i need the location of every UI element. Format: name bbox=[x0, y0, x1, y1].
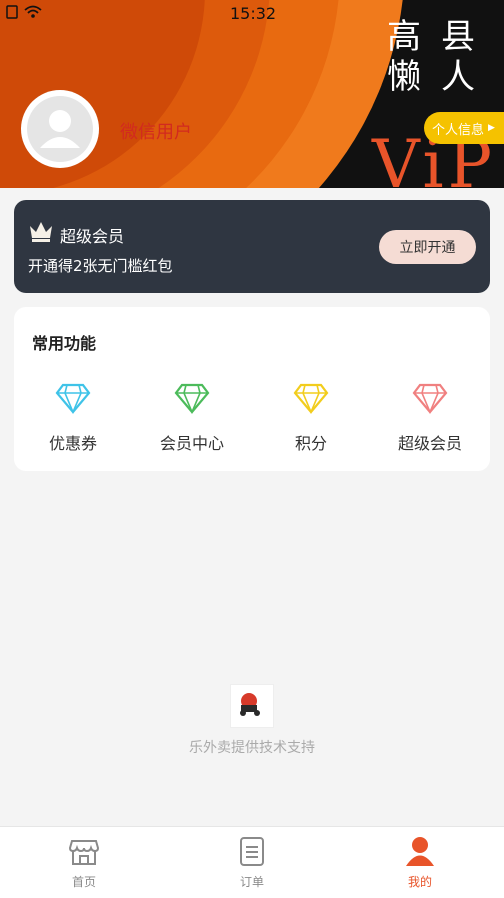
diamond-icon bbox=[293, 383, 329, 414]
super-vip-card: 超级会员 开通得2张无门槛红包 立即开通 bbox=[14, 200, 490, 293]
wifi-icon bbox=[24, 5, 42, 18]
brand-logo: 高 县 懒 人 bbox=[387, 17, 475, 97]
diamond-icon bbox=[55, 383, 91, 414]
powered-by-text: 乐外卖提供技术支持 bbox=[189, 740, 315, 756]
powered-by-logo bbox=[230, 684, 274, 728]
bottom-tab-bar: 首页 订单 我的 bbox=[0, 826, 504, 898]
user-icon bbox=[406, 837, 434, 866]
store-icon bbox=[68, 840, 100, 865]
vip-title: 超级会员 bbox=[60, 227, 125, 246]
status-icons bbox=[6, 5, 42, 19]
order-list-icon bbox=[240, 837, 264, 866]
vip-description: 开通得2张无门槛红包 bbox=[28, 257, 173, 275]
common-functions-card: 常用功能 优惠券 会员中心 积分 超级会员 bbox=[14, 307, 490, 471]
tab-mine[interactable]: 我的 bbox=[380, 835, 460, 890]
crown-icon bbox=[30, 222, 52, 242]
profile-info-button[interactable]: 个人信息 ▶ bbox=[424, 112, 504, 144]
delivery-logo-icon bbox=[240, 693, 260, 716]
avatar[interactable] bbox=[21, 90, 99, 168]
diamond-icon bbox=[412, 383, 448, 414]
open-vip-button[interactable]: 立即开通 bbox=[379, 230, 476, 264]
profile-header: 15:32 微信用户 高 县 懒 人 ViP 个人信息 ▶ bbox=[0, 0, 504, 188]
status-time: 15:32 bbox=[230, 4, 277, 23]
tab-home[interactable]: 首页 bbox=[44, 835, 124, 890]
chevron-right-icon: ▶ bbox=[488, 123, 495, 133]
diamond-icon bbox=[174, 383, 210, 414]
func-item-coupons[interactable]: 优惠券 bbox=[23, 382, 123, 467]
section-title: 常用功能 bbox=[32, 334, 97, 353]
sim-icon bbox=[6, 5, 18, 19]
username: 微信用户 bbox=[120, 122, 192, 143]
profile-info-label: 个人信息 bbox=[432, 122, 485, 138]
func-item-member-center[interactable]: 会员中心 bbox=[142, 382, 242, 467]
func-item-super-vip[interactable]: 超级会员 bbox=[380, 382, 480, 467]
tab-orders[interactable]: 订单 bbox=[212, 835, 292, 890]
func-item-points[interactable]: 积分 bbox=[261, 382, 361, 467]
default-avatar-icon bbox=[40, 110, 80, 148]
